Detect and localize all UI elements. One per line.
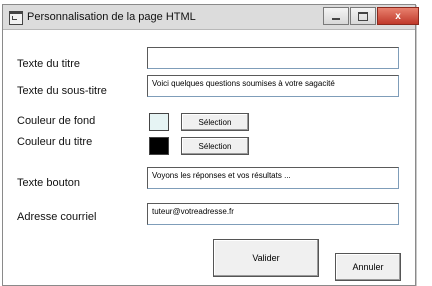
email-input[interactable]: tuteur@votreadresse.fr bbox=[147, 203, 399, 225]
background-color-select-button[interactable]: Sélection bbox=[181, 113, 249, 131]
close-button[interactable]: x bbox=[377, 7, 419, 25]
subtitle-text-label: Texte du sous-titre bbox=[17, 85, 107, 97]
title-text-input[interactable] bbox=[147, 47, 399, 69]
window-title: Personnalisation de la page HTML bbox=[27, 11, 196, 23]
button-text-label: Texte bouton bbox=[17, 177, 80, 189]
maximize-icon bbox=[358, 11, 368, 21]
title-color-select-button[interactable]: Sélection bbox=[181, 137, 249, 155]
title-color-label: Couleur du titre bbox=[17, 136, 93, 148]
validate-button[interactable]: Valider bbox=[213, 239, 319, 277]
title-bar[interactable]: Personnalisation de la page HTML x bbox=[3, 5, 419, 30]
title-color-swatch bbox=[149, 137, 169, 155]
minimize-icon bbox=[332, 18, 340, 20]
subtitle-text-input[interactable]: Voici quelques questions soumises à votr… bbox=[147, 75, 399, 97]
background-color-swatch bbox=[149, 113, 169, 131]
maximize-button[interactable] bbox=[350, 7, 376, 25]
minimize-button[interactable] bbox=[323, 7, 349, 25]
close-icon: x bbox=[395, 10, 401, 22]
cancel-button[interactable]: Annuler bbox=[335, 253, 401, 281]
email-label: Adresse courriel bbox=[17, 211, 97, 223]
title-text-label: Texte du titre bbox=[17, 58, 80, 70]
caption-buttons: x bbox=[323, 7, 420, 25]
window-icon bbox=[9, 11, 23, 25]
background-color-label: Couleur de fond bbox=[17, 115, 96, 127]
button-text-input[interactable]: Voyons les réponses et vos résultats ... bbox=[147, 167, 399, 189]
dialog-window: Personnalisation de la page HTML x Texte… bbox=[2, 4, 419, 286]
